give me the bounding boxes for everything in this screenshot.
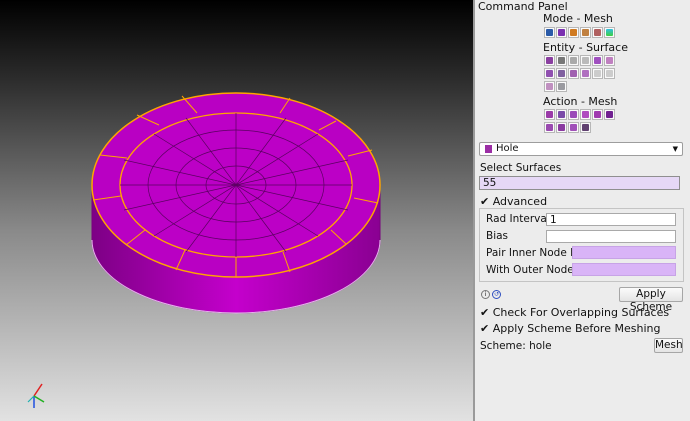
plus-icon[interactable] [580,55,591,66]
scheme-dropdown[interactable]: Hole ▼ [479,142,683,156]
triangle-mesh-icon[interactable] [580,68,591,79]
triangle-icon[interactable] [556,68,567,79]
cross-icon[interactable] [604,68,615,79]
a-shape-icon[interactable] [568,68,579,79]
vertex-icon[interactable] [544,68,555,79]
scheme-dropdown-value: Hole [496,143,519,154]
mesh-box-icon[interactable] [580,109,591,120]
map-icon[interactable] [568,122,579,133]
mesh-mode-icon[interactable] [544,27,555,38]
check-grid-icon[interactable] [556,81,567,92]
surface-cube-icon[interactable] [568,27,579,38]
sheet-icon[interactable] [556,55,567,66]
check-overlapping-checkbox[interactable]: ✔ Check For Overlapping Surfaces [480,306,669,319]
delete-mesh-icon[interactable] [604,109,615,120]
mode-toolbar [544,27,615,38]
bias-label: Bias [486,230,509,242]
smooth-icon[interactable] [592,109,603,120]
entity-label: Entity - Surface [543,41,628,54]
command-panel: Command Panel Mode - Mesh Entity - Surfa… [475,0,690,421]
reset-icon[interactable]: ↺ [492,290,501,299]
grid-icon[interactable] [544,81,555,92]
cube-surface-icon[interactable] [544,55,555,66]
select-surfaces-input[interactable]: 55 [479,176,680,190]
info-icon[interactable]: i [481,290,490,299]
pair-inner-node-input[interactable] [572,246,676,259]
check-overlapping-label: Check For Overlapping Surfaces [492,306,670,319]
quality-icon[interactable] [604,27,615,38]
axis-triad-icon [27,383,45,408]
tree-icon[interactable] [604,55,615,66]
layers-icon[interactable] [580,122,591,133]
mesh-button[interactable]: Mesh [654,338,683,353]
check-icon: ✔ [480,306,490,319]
scheme-status: Scheme: hole [480,340,552,352]
surface-color-icon[interactable] [592,55,603,66]
apply-before-meshing-label: Apply Scheme Before Meshing [492,322,661,335]
rad-intervals-label: Rad Intervals [486,213,556,225]
interval-icon[interactable] [556,109,567,120]
advanced-toggle[interactable]: ✔ Advanced [480,195,547,208]
rad-intervals-input[interactable]: 1 [546,213,676,226]
select-surfaces-label: Select Surfaces [480,162,562,174]
minus-icon[interactable] [592,68,603,79]
entity-toolbar-row2 [544,68,615,79]
advanced-label: Advanced [492,195,548,208]
entity-toolbar-row1 [544,55,615,66]
action-toolbar-row2 [544,122,591,133]
chevron-down-icon: ▼ [672,145,678,153]
bias-input[interactable] [546,230,676,243]
entity-toolbar-row3 [544,81,567,92]
pair-inner-node-label: Pair Inner Node ID [486,247,582,259]
apply-scheme-button[interactable]: Apply Scheme [619,287,683,313]
with-outer-node-input[interactable] [572,263,676,276]
sizing-icon[interactable] [568,109,579,120]
mesh-model[interactable] [0,0,473,421]
action-toolbar-row1 [544,109,615,120]
volume-icon[interactable] [556,27,567,38]
vertex-icon[interactable] [592,27,603,38]
scheme-icon[interactable] [544,109,555,120]
curve-tool-icon[interactable] [568,55,579,66]
mode-label: Mode - Mesh [543,12,613,25]
check-icon: ✔ [480,195,490,208]
apply-before-meshing-checkbox[interactable]: ✔ Apply Scheme Before Meshing [480,322,660,335]
check-icon: ✔ [480,322,490,335]
graphics-viewport[interactable] [0,0,473,421]
hole-scheme-icon [485,145,492,153]
pave-icon[interactable] [556,122,567,133]
curve-icon[interactable] [580,27,591,38]
action-label: Action - Mesh [543,95,618,108]
quad-mesh-icon[interactable] [544,122,555,133]
